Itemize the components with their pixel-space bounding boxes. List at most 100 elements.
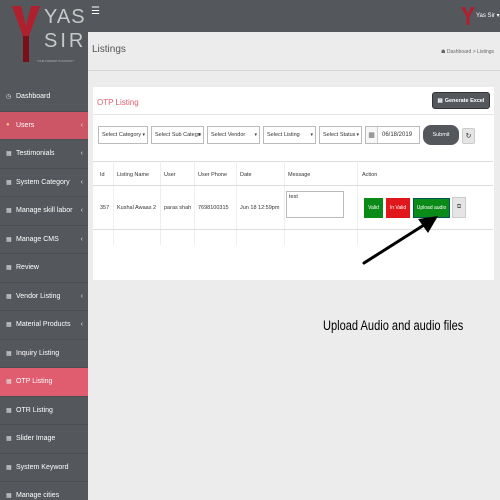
sidebar-item-testimonials[interactable]: ▦ Testimonials ‹ bbox=[0, 140, 88, 169]
upload-audio-button[interactable]: Upload audio bbox=[413, 198, 450, 218]
column-header-user-phone: User Phone bbox=[198, 172, 228, 178]
cell-user: paras shah bbox=[164, 205, 192, 211]
sidebar-item-label: Dashboard bbox=[16, 93, 51, 101]
column-header-id: Id bbox=[100, 172, 105, 178]
column-divider bbox=[113, 161, 114, 245]
sidebar-item-users[interactable]: ● Users ‹ bbox=[0, 111, 88, 140]
column-divider bbox=[357, 161, 358, 245]
building-icon: ▦ bbox=[6, 436, 12, 443]
building-icon: ▦ bbox=[6, 151, 12, 158]
sidebar-item-label: Inquiry Listing bbox=[16, 349, 60, 357]
breadcrumb: ☗ Dashboard > Listings bbox=[441, 49, 494, 55]
sidebar-item-dashboard[interactable]: ◷ Dashboard bbox=[0, 83, 88, 112]
valid-button[interactable]: Valid bbox=[364, 198, 383, 218]
home-icon: ☗ bbox=[441, 49, 446, 55]
invalid-button[interactable]: In Valid bbox=[386, 198, 410, 218]
caret-down-icon: ▾ bbox=[198, 132, 201, 138]
column-header-listing-name: Listing Name bbox=[117, 172, 150, 178]
listing-select-value: Select Listing bbox=[267, 132, 300, 138]
chevron-left-icon: ‹ bbox=[80, 292, 83, 300]
sidebar-item-label: Review bbox=[16, 264, 39, 272]
cell-listing-name: Kushal Awaas 2 bbox=[117, 205, 157, 211]
status-select[interactable]: Select Status ▾ bbox=[319, 126, 362, 144]
sidebar-item-system-category[interactable]: ▦ System Category ‹ bbox=[0, 169, 88, 197]
sub-category-select-value: Select Sub Catego bbox=[155, 132, 201, 138]
sidebar-item-inquiry-listing[interactable]: ▦ Inquiry Listing bbox=[0, 340, 88, 368]
building-icon: ▦ bbox=[6, 379, 12, 386]
column-header-user: User bbox=[164, 172, 176, 178]
brand-logo-icon bbox=[12, 6, 40, 62]
building-icon: ▦ bbox=[6, 293, 12, 300]
sidebar-item-manage-skill-labor[interactable]: ▦ Manage skill labor ‹ bbox=[0, 197, 88, 226]
breadcrumb-current: Listings bbox=[477, 49, 494, 55]
building-icon: ▦ bbox=[6, 464, 12, 471]
table-header-top-border bbox=[93, 161, 493, 162]
date-field[interactable]: ▦ 06/18/2019 bbox=[365, 126, 420, 144]
listing-select[interactable]: Select Listing ▾ bbox=[263, 126, 316, 144]
column-divider bbox=[160, 161, 161, 245]
table-bottom-border bbox=[93, 229, 493, 230]
column-header-action: Action bbox=[362, 172, 378, 178]
building-icon: ▦ bbox=[6, 179, 12, 186]
chevron-left-icon: ‹ bbox=[80, 235, 83, 243]
sidebar-item-label: OTR Listing bbox=[16, 406, 53, 414]
page-title: Listings bbox=[92, 44, 126, 55]
main-content: Listings ☗ Dashboard > Listings OTP List… bbox=[88, 32, 500, 500]
annotation-text: Upload Audio and audio files bbox=[323, 318, 464, 333]
brand-name-line2: SIR bbox=[44, 30, 87, 52]
brand-name-line1: YAS bbox=[44, 6, 86, 28]
vendor-select[interactable]: Select Vendor ▾ bbox=[207, 126, 260, 144]
sidebar-item-label: OTP Listing bbox=[16, 378, 53, 386]
user-menu[interactable]: Yas Sir ▾ bbox=[476, 12, 500, 19]
category-select[interactable]: Select Category ▾ bbox=[98, 126, 148, 144]
excel-icon: ▤ bbox=[437, 97, 443, 104]
brand-tagline: YOUR COMFORT IS OUR DUTY bbox=[37, 60, 75, 63]
sidebar-item-system-keyword[interactable]: ▦ System Keyword bbox=[0, 454, 88, 482]
status-select-value: Select Status bbox=[323, 132, 356, 138]
user-icon: ● bbox=[6, 122, 10, 129]
sidebar-item-material-products[interactable]: ▦ Material Products ‹ bbox=[0, 311, 88, 340]
top-navbar: ☰ Yas Sir ▾ bbox=[88, 0, 500, 32]
card-title: OTP Listing bbox=[97, 98, 139, 107]
user-avatar bbox=[461, 7, 475, 25]
sidebar-item-label: Manage cities bbox=[16, 492, 60, 500]
header-divider bbox=[88, 70, 500, 71]
dashboard-icon: ◷ bbox=[6, 94, 12, 101]
chevron-left-icon: ‹ bbox=[80, 121, 83, 129]
sidebar-item-manage-cms[interactable]: ▦ Manage CMS ‹ bbox=[0, 226, 88, 254]
sidebar-item-slider-image[interactable]: ▦ Slider Image bbox=[0, 425, 88, 454]
sidebar-item-review[interactable]: ▦ Review bbox=[0, 254, 88, 283]
caret-down-icon: ▾ bbox=[496, 13, 500, 19]
breadcrumb-separator: > bbox=[472, 49, 476, 55]
generate-excel-button[interactable]: ▤ Generate Excel bbox=[432, 92, 490, 109]
sidebar-item-vendor-listing[interactable]: ▦ Vendor Listing ‹ bbox=[0, 283, 88, 311]
message-textarea[interactable]: test bbox=[286, 191, 344, 218]
sidebar-item-otr-listing[interactable]: ▦ OTR Listing bbox=[0, 397, 88, 425]
cell-user-phone: 7698100315 bbox=[198, 205, 229, 211]
brand-logo[interactable]: YAS SIR YOUR COMFORT IS OUR DUTY bbox=[0, 0, 88, 76]
sidebar-item-label: Slider Image bbox=[16, 435, 56, 443]
sidebar-item-otp-listing[interactable]: ▦ OTP Listing bbox=[0, 368, 88, 397]
sub-category-select[interactable]: Select Sub Catego ▾ bbox=[151, 126, 204, 144]
cell-date: Jun 18 12:59pm bbox=[240, 205, 280, 211]
copy-icon[interactable]: ⧉ bbox=[452, 197, 466, 218]
submit-button[interactable]: Submit bbox=[423, 125, 459, 145]
table-header-bottom-border bbox=[93, 185, 493, 186]
sidebar-item-label: Manage skill labor bbox=[16, 207, 73, 215]
sidebar-item-label: System Keyword bbox=[16, 463, 69, 471]
user-name: Yas Sir bbox=[476, 13, 495, 19]
caret-down-icon: ▾ bbox=[142, 132, 145, 138]
column-divider bbox=[236, 161, 237, 245]
building-icon: ▦ bbox=[6, 208, 12, 215]
chevron-left-icon: ‹ bbox=[80, 150, 83, 157]
breadcrumb-home[interactable]: Dashboard bbox=[447, 49, 471, 55]
refresh-icon[interactable]: ↻ bbox=[462, 128, 475, 144]
sidebar-item-label: Users bbox=[16, 121, 35, 129]
sidebar-item-label: Manage CMS bbox=[16, 235, 59, 243]
generate-excel-label: Generate Excel bbox=[444, 97, 485, 104]
sidebar: YAS SIR YOUR COMFORT IS OUR DUTY ◷ Dashb… bbox=[0, 0, 88, 500]
menu-toggle-icon[interactable]: ☰ bbox=[91, 6, 100, 17]
building-icon: ▦ bbox=[6, 236, 12, 243]
sidebar-item-manage-cities[interactable]: ▦ Manage cities bbox=[0, 482, 88, 500]
caret-down-icon: ▾ bbox=[310, 132, 313, 138]
